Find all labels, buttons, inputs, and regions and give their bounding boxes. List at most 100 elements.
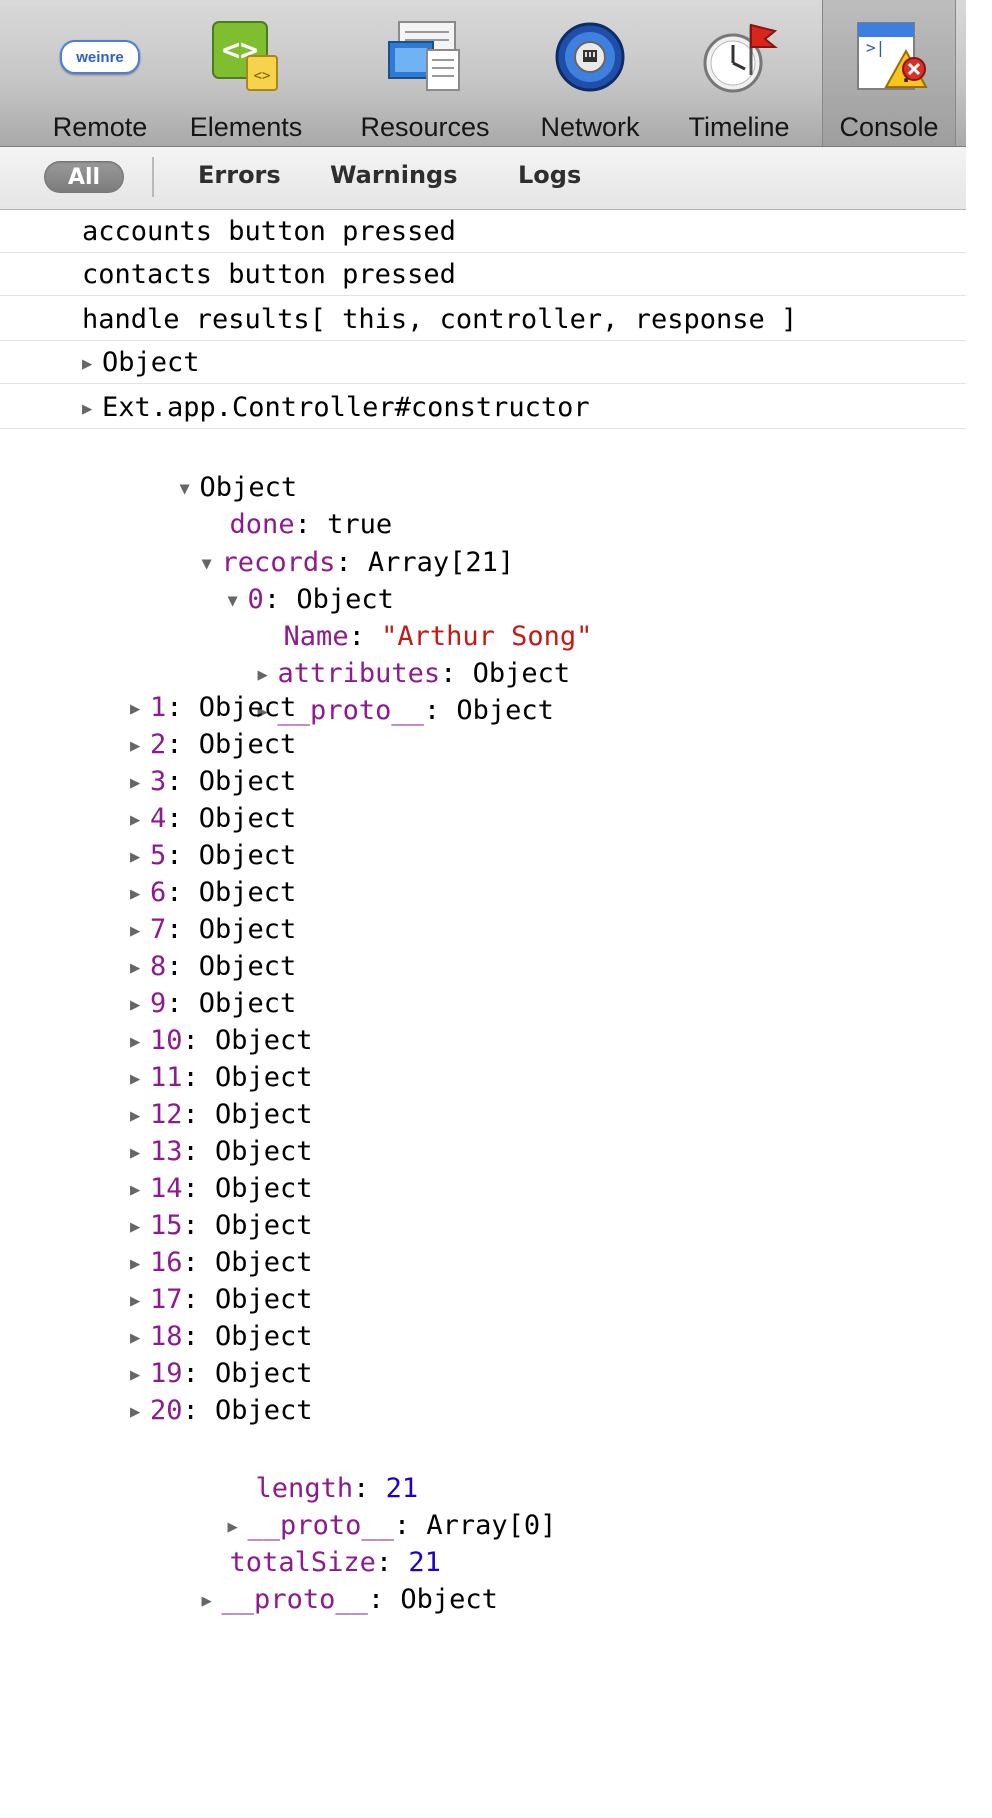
expand-triangle-icon[interactable]: ▶ [130,763,150,803]
property-row[interactable]: ▶ __proto__: Array[0] [130,1466,557,1541]
expand-triangle-icon[interactable]: ▶ [130,1355,150,1395]
expand-triangle-icon[interactable]: ▶ [130,1022,150,1062]
tab-network[interactable]: Network [522,0,658,146]
tab-remote[interactable]: weinre Remote [42,0,158,146]
tab-elements[interactable]: <> <> Elements [166,0,326,146]
weinre-badge-text: weinre [76,48,124,66]
filter-logs-button[interactable]: Logs [518,161,581,189]
expand-triangle-icon[interactable]: ▶ [202,1581,222,1621]
timeline-icon [696,16,782,98]
window-edge [966,0,992,210]
expand-triangle-icon[interactable]: ▶ [130,911,150,951]
array-item-value: Object [198,914,297,945]
array-item-row[interactable]: ▶ 12: Object [130,1095,313,1135]
filter-all-button[interactable]: All [44,161,124,193]
console-message: handle results[ this, controller, respon… [0,296,966,341]
console-filter-bar: All Errors Warnings Logs [0,147,966,210]
array-item-key: 9 [150,988,167,1019]
expand-triangle-icon[interactable]: ▶ [130,726,150,766]
array-item-key: 16 [150,1247,183,1278]
expand-triangle-icon[interactable]: ▶ [130,1318,150,1358]
array-item-row[interactable]: ▶ 18: Object [130,1317,313,1357]
console-message-text: contacts button pressed [82,259,456,290]
array-item-row[interactable]: ▶ 13: Object [130,1132,313,1172]
array-item-row[interactable]: ▶ 1: Object [130,688,296,728]
property-row[interactable]: ▶ attributes: Object [160,614,571,689]
elements-icon: <> <> [203,16,289,98]
array-item-row[interactable]: ▶ 10: Object [130,1021,313,1061]
array-item-value: Object [215,1247,313,1278]
expand-triangle-icon[interactable]: ▶ [82,354,102,374]
console-message-text: accounts button pressed [82,216,456,247]
array-item-row[interactable]: ▶ 14: Object [130,1169,313,1209]
network-icon [547,16,633,98]
array-item-key: 2 [150,729,167,760]
expand-triangle-icon[interactable]: ▶ [130,1170,150,1210]
tab-console[interactable]: >| ! Console [822,0,956,146]
tab-timeline[interactable]: Timeline [672,0,806,146]
expand-triangle-icon[interactable]: ▶ [130,1096,150,1136]
expand-triangle-icon[interactable]: ▶ [130,948,150,988]
console-object-row[interactable]: ▶ Object [0,341,966,384]
array-item-row[interactable]: ▶ 19: Object [130,1354,313,1394]
expand-triangle-icon[interactable]: ▶ [130,689,150,729]
property-row[interactable]: ▶ __proto__: Object [160,651,554,726]
array-item-value: Object [215,1099,313,1130]
array-item-key: 15 [150,1210,183,1241]
array-item-value: Object [198,729,297,760]
array-item-value: Object [215,1284,313,1315]
array-item-row[interactable]: ▶ 6: Object [130,873,296,913]
tree-root[interactable]: ▼ Object [82,428,298,503]
filter-warnings-button[interactable]: Warnings [330,161,458,189]
tab-console-label: Console [839,112,939,142]
property-row: totalSize: 21 [229,1547,441,1578]
expand-triangle-icon[interactable]: ▶ [130,1392,150,1432]
array-item-row[interactable]: ▶ 4: Object [130,799,296,839]
expand-triangle-icon[interactable]: ▶ [130,837,150,877]
property-value: Object [456,695,554,726]
array-item-value: Object [215,1062,313,1093]
array-item-row[interactable]: ▶ 5: Object [130,836,296,876]
expand-triangle-icon[interactable]: ▶ [130,1244,150,1284]
array-item-value: Object [215,1173,313,1204]
array-item-value: Object [215,1358,313,1389]
array-item-value: Object [198,803,297,834]
array-item-row[interactable]: ▶ 16: Object [130,1243,313,1283]
array-item-row[interactable]: ▶ 9: Object [130,984,296,1024]
array-item-key: 10 [150,1025,183,1056]
array-item-key: 19 [150,1358,183,1389]
tab-timeline-label: Timeline [688,112,790,142]
array-item-key: 1 [150,692,167,723]
array-item-key: 5 [150,840,167,871]
property-row[interactable]: ▼ records: Array[21] [104,503,515,578]
console-object-row[interactable]: ▶ Ext.app.Controller#constructor [0,384,966,429]
array-item-row[interactable]: ▶ 8: Object [130,947,296,987]
expand-triangle-icon[interactable]: ▶ [130,1133,150,1173]
expand-triangle-icon[interactable]: ▶ [130,985,150,1025]
array-item-row[interactable]: ▶ 3: Object [130,762,296,802]
expand-triangle-icon[interactable]: ▶ [130,1281,150,1321]
array-item-row[interactable]: ▶ 2: Object [130,725,296,765]
object-label: Object [102,347,200,378]
array-item-value: Object [198,766,297,797]
array-item-value: Object [215,1210,313,1241]
array-item-row[interactable]: ▶ 20: Object [130,1391,313,1431]
tab-resources[interactable]: Resources [344,0,506,146]
expand-triangle-icon[interactable]: ▶ [130,1207,150,1247]
property-row: done: true [229,509,393,540]
property-row[interactable]: ▶ __proto__: Object [104,1540,498,1615]
array-item-row[interactable]: ▶ 11: Object [130,1058,313,1098]
array-item-row[interactable]: ▶ 15: Object [130,1206,313,1246]
tab-network-label: Network [540,112,640,142]
property-row[interactable]: ▼ 0: Object [130,540,394,615]
expand-triangle-icon[interactable]: ▶ [82,399,102,419]
expand-triangle-icon[interactable]: ▶ [130,800,150,840]
expand-triangle-icon[interactable]: ▶ [130,1059,150,1099]
tab-resources-label: Resources [360,112,490,142]
array-item-row[interactable]: ▶ 17: Object [130,1280,313,1320]
expand-triangle-icon[interactable]: ▶ [130,874,150,914]
array-item-value: Object [215,1395,313,1426]
array-item-row[interactable]: ▶ 7: Object [130,910,296,950]
object-label: Ext.app.Controller#constructor [102,392,590,423]
filter-errors-button[interactable]: Errors [198,161,281,189]
